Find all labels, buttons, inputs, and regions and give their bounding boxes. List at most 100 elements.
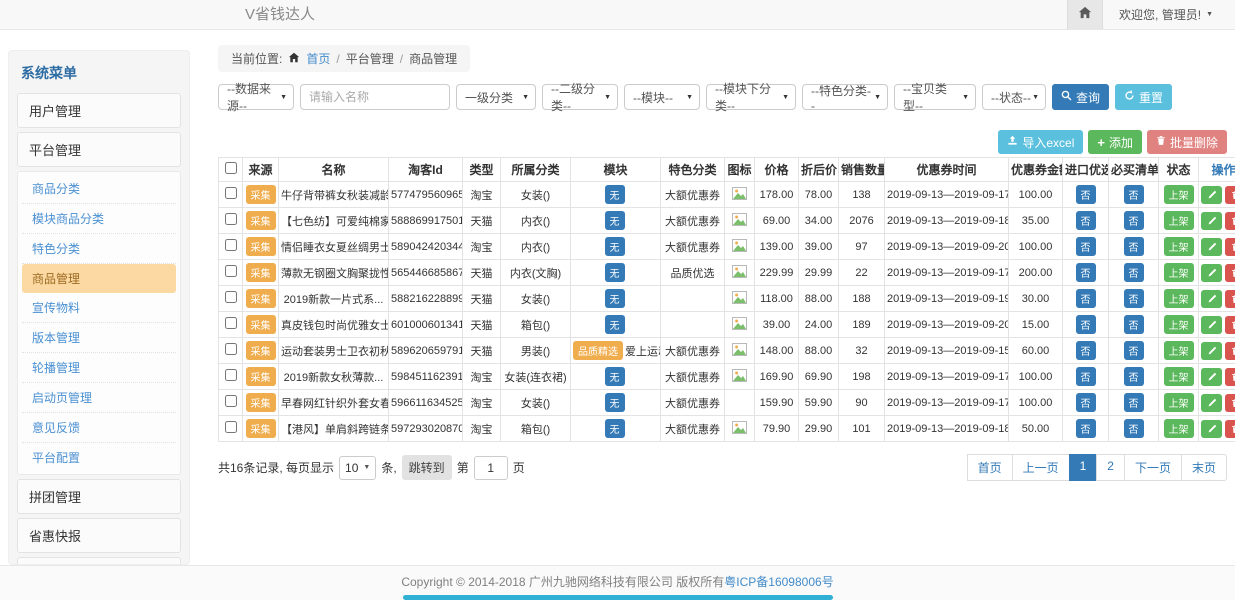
must-buy-toggle[interactable]: 否 bbox=[1124, 367, 1144, 386]
module-badge[interactable]: 无 bbox=[605, 393, 625, 412]
breadcrumb-home-link[interactable]: 首页 bbox=[306, 50, 330, 67]
delete-button[interactable] bbox=[1225, 290, 1235, 308]
add-button[interactable]: + 添加 bbox=[1088, 130, 1142, 154]
module-badge[interactable]: 无 bbox=[605, 237, 625, 256]
status-badge[interactable]: 上架 bbox=[1164, 289, 1194, 308]
filter-select-category1[interactable]: 一级分类▼ bbox=[456, 84, 536, 110]
status-badge[interactable]: 上架 bbox=[1164, 393, 1194, 412]
sidebar-item[interactable]: 拼团管理 bbox=[17, 479, 181, 514]
delete-button[interactable] bbox=[1225, 394, 1235, 412]
status-badge[interactable]: 上架 bbox=[1164, 367, 1194, 386]
status-badge[interactable]: 上架 bbox=[1164, 185, 1194, 204]
delete-button[interactable] bbox=[1225, 420, 1235, 438]
delete-button[interactable] bbox=[1225, 264, 1235, 282]
row-checkbox[interactable] bbox=[225, 395, 237, 407]
filter-select-data-source[interactable]: --数据来源--▼ bbox=[218, 84, 294, 110]
row-checkbox[interactable] bbox=[225, 317, 237, 329]
import-excel-button[interactable]: 导入excel bbox=[998, 130, 1083, 154]
edit-button[interactable] bbox=[1201, 420, 1222, 438]
import-select-toggle[interactable]: 否 bbox=[1076, 289, 1096, 308]
sidebar-subitem[interactable]: 商品分类 bbox=[22, 174, 176, 204]
sidebar-item-user-mgmt[interactable]: 用户管理 bbox=[17, 93, 181, 128]
status-badge[interactable]: 上架 bbox=[1164, 237, 1194, 256]
import-select-toggle[interactable]: 否 bbox=[1076, 419, 1096, 438]
must-buy-toggle[interactable]: 否 bbox=[1124, 263, 1144, 282]
delete-button[interactable] bbox=[1225, 186, 1235, 204]
filter-select-module[interactable]: --模块--▼ bbox=[624, 84, 700, 110]
jump-button[interactable]: 跳转到 bbox=[402, 455, 452, 480]
icp-link[interactable]: 粤ICP备16098006号 bbox=[724, 575, 833, 589]
page-button[interactable]: 末页 bbox=[1181, 454, 1227, 481]
search-button[interactable]: 查询 bbox=[1052, 84, 1109, 110]
sidebar-subitem[interactable]: 轮播管理 bbox=[22, 353, 176, 383]
row-checkbox[interactable] bbox=[225, 239, 237, 251]
must-buy-toggle[interactable]: 否 bbox=[1124, 185, 1144, 204]
row-checkbox[interactable] bbox=[225, 343, 237, 355]
page-button[interactable]: 1 bbox=[1069, 454, 1098, 481]
module-badge[interactable]: 无 bbox=[605, 367, 625, 386]
must-buy-toggle[interactable]: 否 bbox=[1124, 419, 1144, 438]
filter-select-feature[interactable]: --特色分类--▼ bbox=[802, 84, 888, 110]
home-button[interactable] bbox=[1067, 0, 1103, 29]
must-buy-toggle[interactable]: 否 bbox=[1124, 315, 1144, 334]
module-badge[interactable]: 无 bbox=[605, 289, 625, 308]
delete-button[interactable] bbox=[1225, 316, 1235, 334]
edit-button[interactable] bbox=[1201, 368, 1222, 386]
edit-button[interactable] bbox=[1201, 290, 1222, 308]
delete-button[interactable] bbox=[1225, 238, 1235, 256]
sidebar-subitem[interactable]: 平台配置 bbox=[22, 443, 176, 472]
module-badge[interactable]: 无 bbox=[605, 419, 625, 438]
filter-select-item-type[interactable]: --宝贝类型--▼ bbox=[894, 84, 976, 110]
status-badge[interactable]: 上架 bbox=[1164, 341, 1194, 360]
per-page-select[interactable]: 10▼ bbox=[339, 456, 376, 480]
edit-button[interactable] bbox=[1201, 264, 1222, 282]
delete-button[interactable] bbox=[1225, 368, 1235, 386]
reset-button[interactable]: 重置 bbox=[1115, 84, 1172, 110]
import-select-toggle[interactable]: 否 bbox=[1076, 237, 1096, 256]
edit-button[interactable] bbox=[1201, 342, 1222, 360]
row-checkbox[interactable] bbox=[225, 213, 237, 225]
page-button[interactable]: 首页 bbox=[967, 454, 1013, 481]
page-button[interactable]: 上一页 bbox=[1012, 454, 1070, 481]
status-badge[interactable]: 上架 bbox=[1164, 263, 1194, 282]
page-button[interactable]: 下一页 bbox=[1124, 454, 1182, 481]
horizontal-scrollbar-thumb[interactable] bbox=[403, 595, 833, 600]
name-search-input[interactable] bbox=[300, 84, 450, 110]
sidebar-subitem[interactable]: 意见反馈 bbox=[22, 413, 176, 443]
edit-button[interactable] bbox=[1201, 212, 1222, 230]
edit-button[interactable] bbox=[1201, 186, 1222, 204]
select-all-checkbox[interactable] bbox=[225, 162, 237, 174]
batch-delete-button[interactable]: 批量删除 bbox=[1147, 130, 1227, 154]
sidebar-subitem[interactable]: 模块商品分类 bbox=[22, 204, 176, 234]
sidebar-subitem[interactable]: 特色分类 bbox=[22, 234, 176, 264]
filter-select-category2[interactable]: --二级分类--▼ bbox=[542, 84, 618, 110]
edit-button[interactable] bbox=[1201, 238, 1222, 256]
status-badge[interactable]: 上架 bbox=[1164, 211, 1194, 230]
delete-button[interactable] bbox=[1225, 342, 1235, 360]
sidebar-subitem[interactable]: 版本管理 bbox=[22, 323, 176, 353]
import-select-toggle[interactable]: 否 bbox=[1076, 367, 1096, 386]
sidebar-subitem[interactable]: 启动页管理 bbox=[22, 383, 176, 413]
import-select-toggle[interactable]: 否 bbox=[1076, 341, 1096, 360]
filter-select-module-sub[interactable]: --模块下分类--▼ bbox=[706, 84, 796, 110]
import-select-toggle[interactable]: 否 bbox=[1076, 211, 1096, 230]
module-badge[interactable]: 品质精选 bbox=[573, 341, 623, 360]
row-checkbox[interactable] bbox=[225, 265, 237, 277]
sidebar-item[interactable]: 省惠快报 bbox=[17, 518, 181, 553]
sidebar-item[interactable]: 消息管理 bbox=[17, 557, 181, 565]
row-checkbox[interactable] bbox=[225, 421, 237, 433]
sidebar-subitem[interactable]: 商品管理 bbox=[22, 264, 176, 293]
import-select-toggle[interactable]: 否 bbox=[1076, 263, 1096, 282]
sidebar-item-platform-mgmt[interactable]: 平台管理 bbox=[17, 132, 181, 167]
must-buy-toggle[interactable]: 否 bbox=[1124, 289, 1144, 308]
must-buy-toggle[interactable]: 否 bbox=[1124, 237, 1144, 256]
status-badge[interactable]: 上架 bbox=[1164, 315, 1194, 334]
import-select-toggle[interactable]: 否 bbox=[1076, 315, 1096, 334]
must-buy-toggle[interactable]: 否 bbox=[1124, 211, 1144, 230]
module-badge[interactable]: 无 bbox=[605, 211, 625, 230]
edit-button[interactable] bbox=[1201, 394, 1222, 412]
delete-button[interactable] bbox=[1225, 212, 1235, 230]
row-checkbox[interactable] bbox=[225, 291, 237, 303]
sidebar-subitem[interactable]: 宣传物料 bbox=[22, 293, 176, 323]
import-select-toggle[interactable]: 否 bbox=[1076, 185, 1096, 204]
